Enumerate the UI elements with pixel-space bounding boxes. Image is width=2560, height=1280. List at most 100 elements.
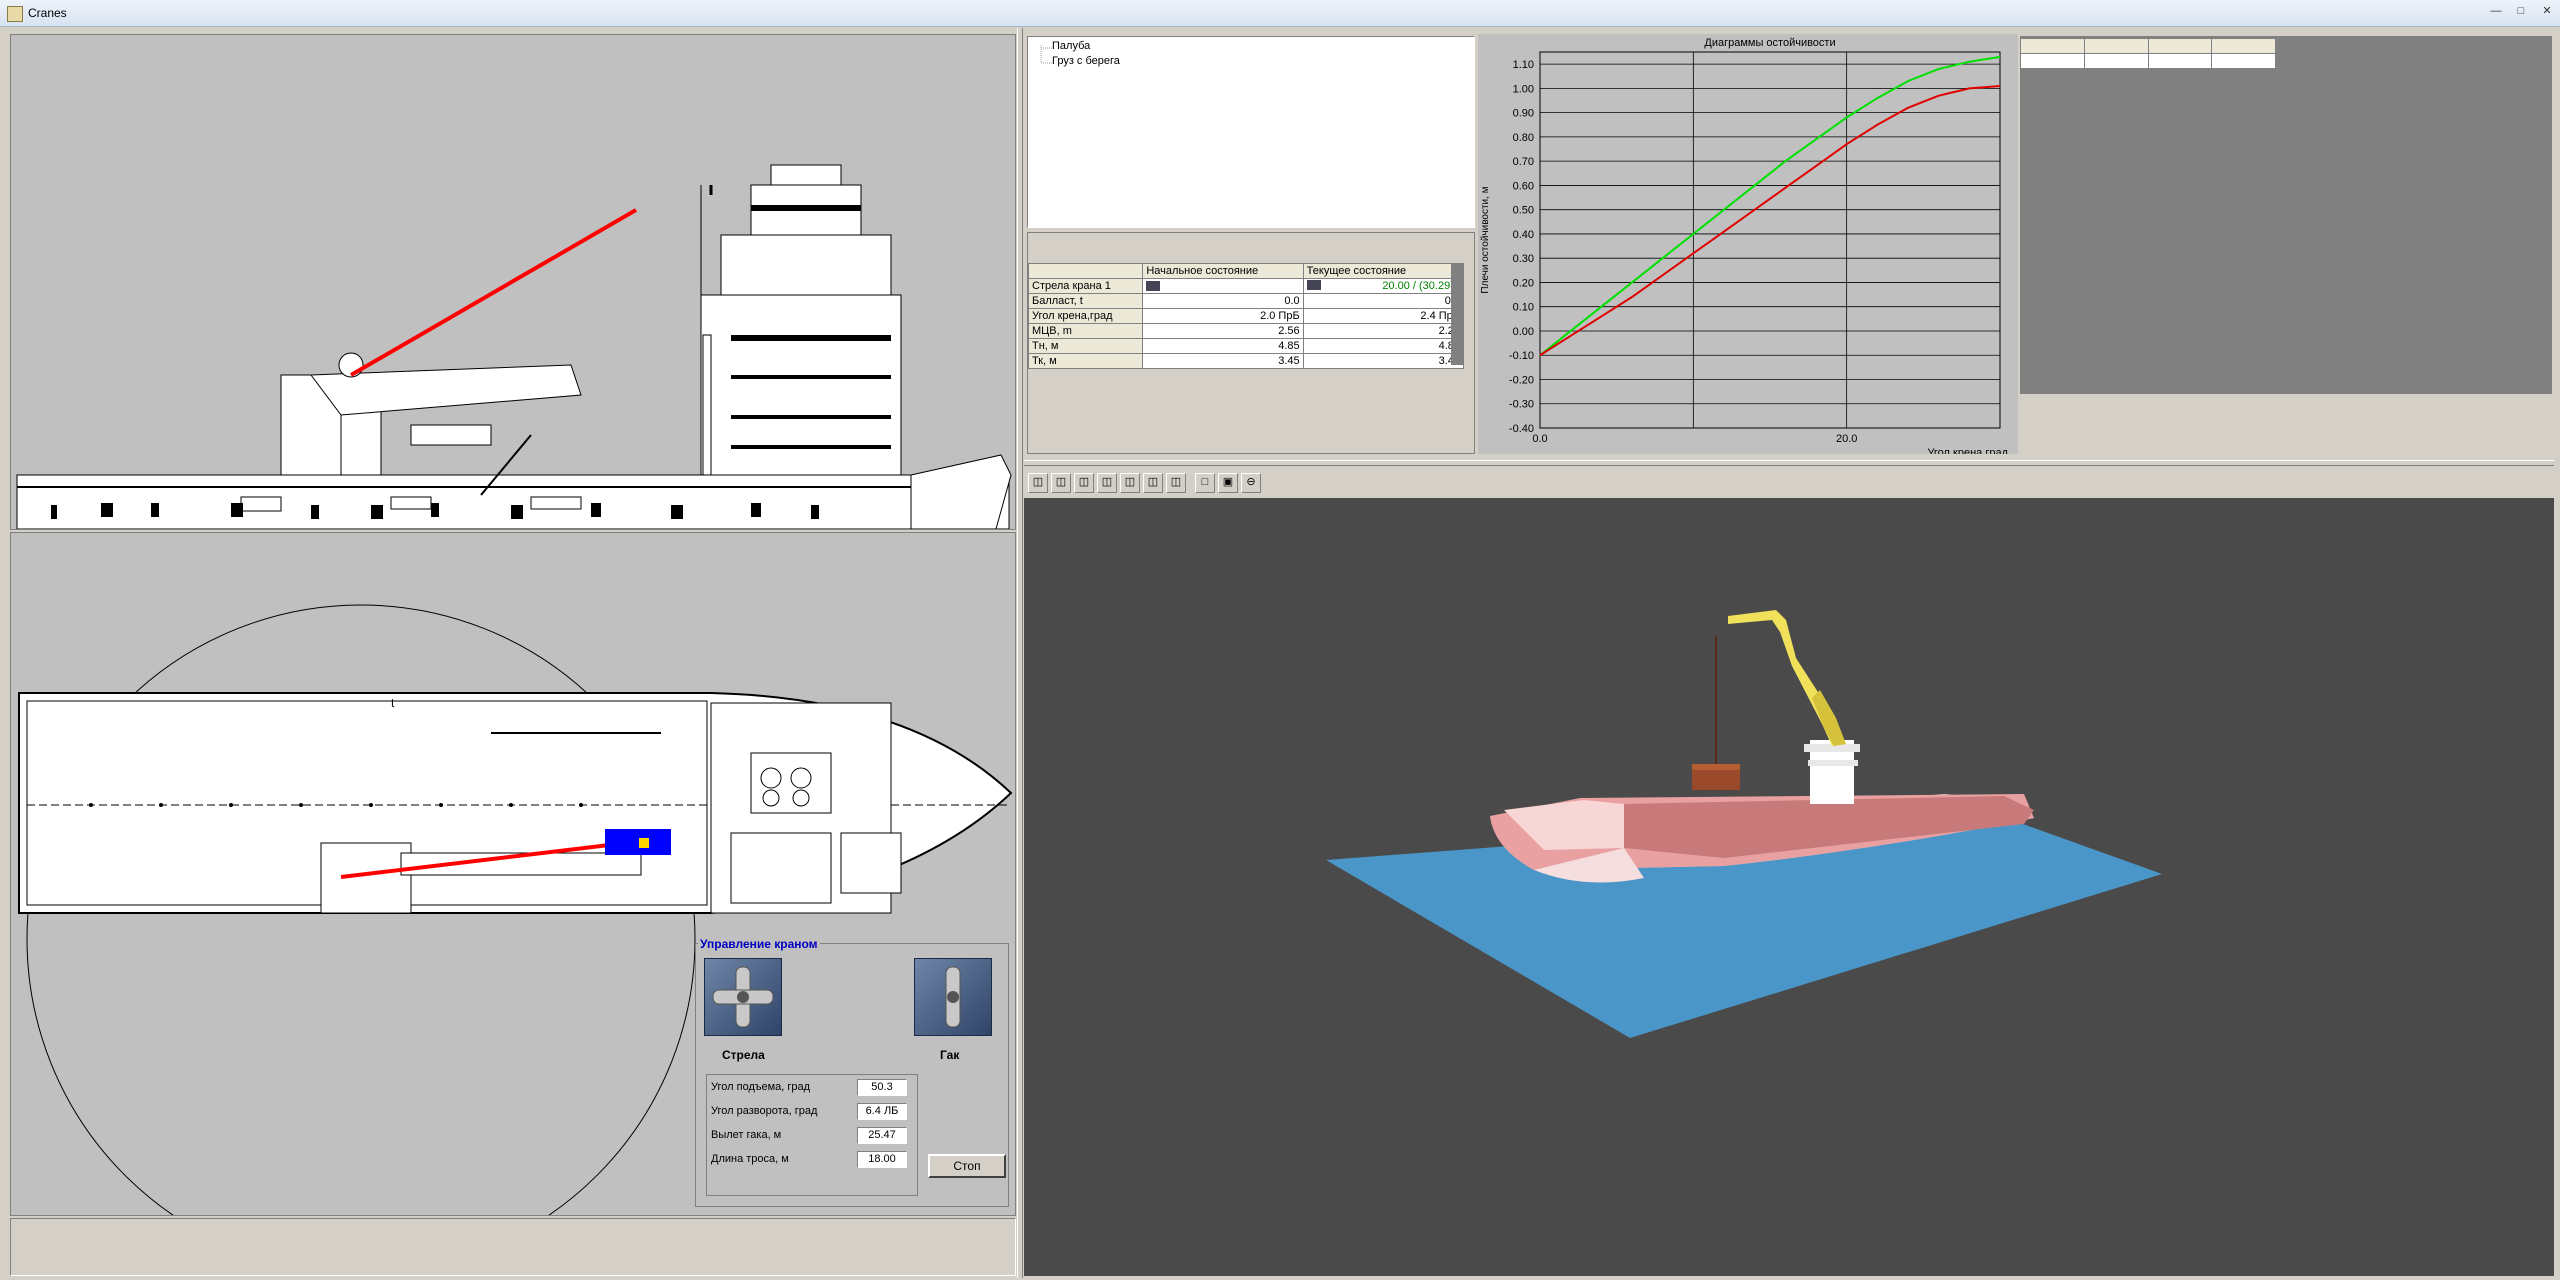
- table-row[interactable]: Балласт, t 0.0 0.0: [1027, 293, 1465, 309]
- y-axis-label: Плечи остойчивости, м: [1480, 186, 1491, 293]
- aux-grid-panel: [2020, 36, 2552, 394]
- cell-current: 0.0: [1302, 293, 1465, 309]
- aux-grid-row: [2020, 53, 2276, 69]
- y-tick-label: -0.30: [1509, 399, 1534, 411]
- view-top-icon[interactable]: ◫: [1120, 473, 1140, 493]
- view-right-icon[interactable]: ◫: [1097, 473, 1117, 493]
- x-tick-label: 20.0: [1836, 433, 1857, 445]
- crane-icon: [1306, 280, 1321, 290]
- row-label: Угол крена,град: [1027, 308, 1144, 324]
- minimize-button[interactable]: —: [2489, 6, 2503, 18]
- state-table: Начальное состояние Текущее состояние Ст…: [1027, 263, 1465, 369]
- chart-title: Диаграммы остойчивости: [1704, 37, 1835, 49]
- y-tick-label: 1.00: [1513, 83, 1534, 95]
- cell-current: 2.26: [1302, 323, 1465, 339]
- y-tick-label: 0.90: [1513, 108, 1534, 120]
- view-reset-icon[interactable]: ⊖: [1241, 473, 1261, 493]
- tree-lines: [1040, 45, 1052, 64]
- row-label: Тн, м: [1027, 338, 1144, 354]
- window-title: Cranes: [28, 6, 67, 20]
- view-front-icon[interactable]: ◫: [1028, 473, 1048, 493]
- slew-angle-label: Угол разворота, град: [711, 1105, 818, 1117]
- x-axis-label: Угол крена,град: [1927, 447, 2008, 454]
- y-tick-label: 0.80: [1513, 132, 1534, 144]
- cell-current: 3.47: [1302, 353, 1465, 369]
- header-initial: Начальное состояние: [1142, 263, 1304, 279]
- crane-icon: [1146, 281, 1161, 292]
- y-tick-label: -0.10: [1509, 350, 1534, 362]
- stability-chart-panel: Диаграммы остойчивости 1.10 1.00 0.90 0.80 0.…: [1478, 34, 2018, 454]
- vertical-splitter[interactable]: [1017, 28, 1023, 1278]
- tree-item-shore-cargo[interactable]: Груз с берега: [1052, 55, 1120, 67]
- slew-angle-input[interactable]: 6.4 ЛБ: [857, 1103, 907, 1120]
- header-current: Текущее состояние: [1302, 263, 1465, 279]
- state-table-header: Начальное состояние Текущее состояние: [1027, 263, 1465, 279]
- header-empty: [1027, 263, 1144, 279]
- lift-angle-label: Угол подъема, град: [711, 1081, 811, 1093]
- y-tick-label: 0.20: [1513, 277, 1534, 289]
- 3d-viewport[interactable]: [1024, 498, 2554, 1276]
- view-bottom-icon[interactable]: ◫: [1143, 473, 1163, 493]
- boom-label: Стрела: [722, 1048, 765, 1062]
- boom-joystick[interactable]: [704, 958, 782, 1036]
- cell-initial: 4.85: [1142, 338, 1304, 354]
- table-row[interactable]: Тк, м 3.45 3.47: [1027, 353, 1465, 369]
- hook-joystick[interactable]: [914, 958, 992, 1036]
- y-tick-label: 0.30: [1513, 253, 1534, 265]
- aux-panel-filler: [2020, 394, 2552, 454]
- row-label: Тк, м: [1027, 353, 1144, 369]
- row-label: Стрела крана 1: [1027, 278, 1144, 294]
- row-label: Балласт, t: [1027, 293, 1144, 309]
- y-tick-label: 0.60: [1513, 180, 1534, 192]
- crane-parameters-box: Угол подъема, град 50.3 Угол разворота, …: [706, 1074, 918, 1196]
- aux-grid: [2020, 38, 2276, 69]
- plan-view[interactable]: t Управление краном Стрела Гак Угол подъ…: [10, 532, 1016, 1216]
- view-left-icon[interactable]: ◫: [1074, 473, 1094, 493]
- y-tick-label: 0.70: [1513, 156, 1534, 168]
- left-status-area: [10, 1218, 1016, 1276]
- y-tick-label: -0.20: [1509, 374, 1534, 386]
- cell-current: 20.00 / (30.29) t: [1302, 278, 1465, 294]
- cell-initial: 3.45: [1142, 353, 1304, 369]
- stop-button[interactable]: Стоп: [928, 1154, 1006, 1178]
- y-tick-label: 0.00: [1513, 326, 1534, 338]
- chart-plot-area: [1539, 51, 2001, 429]
- tree-item-deck[interactable]: Палуба: [1052, 40, 1090, 52]
- y-tick-label: -0.40: [1509, 423, 1534, 435]
- boom-line: [349, 208, 638, 377]
- crane-control-title: Управление краном: [698, 937, 820, 951]
- view-iso-icon[interactable]: ◫: [1166, 473, 1186, 493]
- hook-reach-input[interactable]: 25.47: [857, 1127, 907, 1144]
- side-elevation-view[interactable]: [10, 34, 1016, 530]
- table-row[interactable]: Угол крена,град 2.0 ПрБ 2.4 ПрБ: [1027, 308, 1465, 324]
- hook-reach-label: Вылет гака, м: [711, 1129, 782, 1141]
- table-row[interactable]: Стрела крана 1 20.00 / (30.29) t: [1027, 278, 1465, 294]
- maximize-button[interactable]: □: [2514, 6, 2528, 18]
- side-elevation-drawing: [16, 164, 1012, 529]
- cell-initial: 0.0: [1142, 293, 1304, 309]
- view-cube-icon[interactable]: □: [1195, 473, 1215, 493]
- table-row[interactable]: Тн, м 4.85 4.87: [1027, 338, 1465, 354]
- rope-length-input[interactable]: 18.00: [857, 1151, 907, 1168]
- crane-control-group: Управление краном Стрела Гак Угол подъем…: [695, 937, 1009, 1207]
- view-render-icon[interactable]: ▣: [1218, 473, 1238, 493]
- stability-chart: Диаграммы остойчивости 1.10 1.00 0.90 0.80 0.…: [1480, 37, 2009, 454]
- app-icon: [7, 6, 23, 22]
- cell-initial: [1142, 278, 1304, 294]
- table-row[interactable]: МЦВ, m 2.56 2.26: [1027, 323, 1465, 339]
- boom-joystick-icon: [712, 966, 774, 1028]
- lift-angle-input[interactable]: 50.3: [857, 1079, 907, 1096]
- cell-initial: 2.0 ПрБ: [1142, 308, 1304, 324]
- 3d-scene: [1326, 610, 2162, 1038]
- y-tick-label: 0.10: [1513, 302, 1534, 314]
- cell-current: 4.87: [1302, 338, 1465, 354]
- view-back-icon[interactable]: ◫: [1051, 473, 1071, 493]
- table-scrollbar[interactable]: [1451, 263, 1463, 365]
- y-tick-label: 1.10: [1513, 59, 1534, 71]
- horizontal-splitter[interactable]: [1024, 460, 2554, 466]
- hook-label: Гак: [940, 1048, 960, 1062]
- cell-current: 2.4 ПрБ: [1302, 308, 1465, 324]
- close-button[interactable]: ✕: [2540, 6, 2554, 18]
- cell-initial: 2.56: [1142, 323, 1304, 339]
- tree-view[interactable]: Палуба Груз с берега: [1027, 36, 1475, 228]
